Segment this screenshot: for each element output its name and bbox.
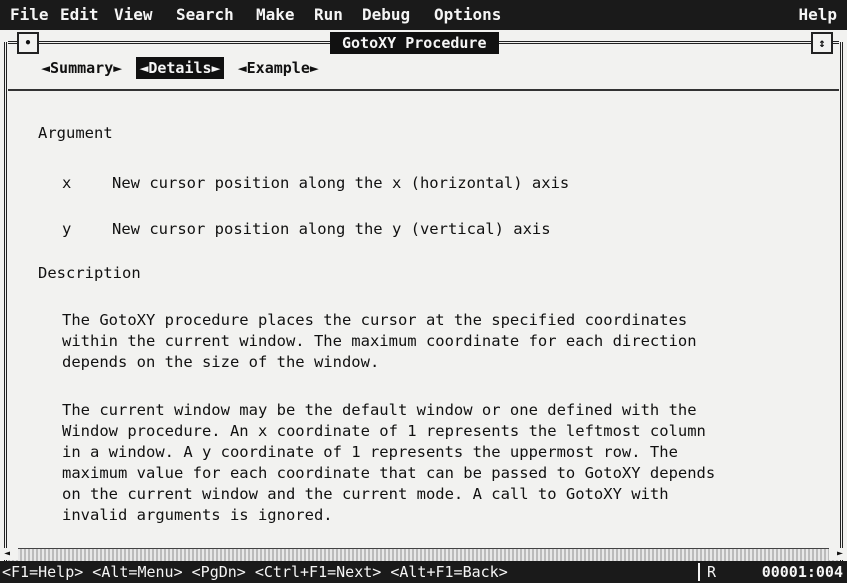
status-divider [698, 563, 700, 581]
status-shortcuts: <F1=Help> <Alt=Menu> <PgDn> <Ctrl+F1=Nex… [2, 563, 508, 581]
tab-divider [8, 89, 839, 91]
menu-run[interactable]: Run [314, 5, 343, 24]
status-mode: R [707, 563, 717, 581]
scroll-right-arrow-icon[interactable]: ► [829, 548, 843, 560]
arg-desc-x: New cursor position along the x (horizon… [112, 174, 570, 192]
menu-help[interactable]: Help [798, 5, 837, 24]
description-paragraph-1: The GotoXY procedure places the cursor a… [62, 311, 697, 371]
window-frame-right [840, 42, 843, 562]
help-tabs: ◄Summary► ◄Details► ◄Example► [38, 57, 324, 81]
menu-search[interactable]: Search [176, 5, 234, 24]
menu-file[interactable]: File [10, 5, 49, 24]
window-title: GotoXY Procedure [330, 32, 499, 54]
menu-options[interactable]: Options [434, 5, 501, 24]
menu-make[interactable]: Make [256, 5, 295, 24]
help-content: Argument x New cursor position along the… [8, 92, 839, 557]
menu-debug[interactable]: Debug [362, 5, 410, 24]
horizontal-scrollbar[interactable] [8, 548, 839, 561]
tab-details[interactable]: ◄Details► [136, 57, 224, 79]
arg-name-y: y [62, 220, 72, 238]
window-frame-left [4, 42, 7, 562]
tab-example[interactable]: ◄Example► [235, 57, 322, 79]
menu-bar: File Edit View Search Make Run Debug Opt… [0, 0, 847, 30]
close-icon[interactable]: • [17, 32, 39, 54]
menu-edit[interactable]: Edit [60, 5, 99, 24]
description-paragraph-2: The current window may be the default wi… [62, 401, 716, 524]
description-heading: Description [38, 264, 141, 282]
cursor-position: 00001:004 [761, 563, 843, 581]
arg-name-x: x [62, 174, 72, 192]
scroll-left-arrow-icon[interactable]: ◄ [4, 548, 18, 560]
zoom-icon[interactable]: ↕ [811, 32, 833, 54]
argument-heading: Argument [38, 124, 113, 142]
arg-desc-y: New cursor position along the y (vertica… [112, 220, 551, 238]
status-bar: <F1=Help> <Alt=Menu> <PgDn> <Ctrl+F1=Nex… [0, 561, 847, 583]
tab-summary[interactable]: ◄Summary► [38, 57, 125, 79]
menu-view[interactable]: View [114, 5, 153, 24]
